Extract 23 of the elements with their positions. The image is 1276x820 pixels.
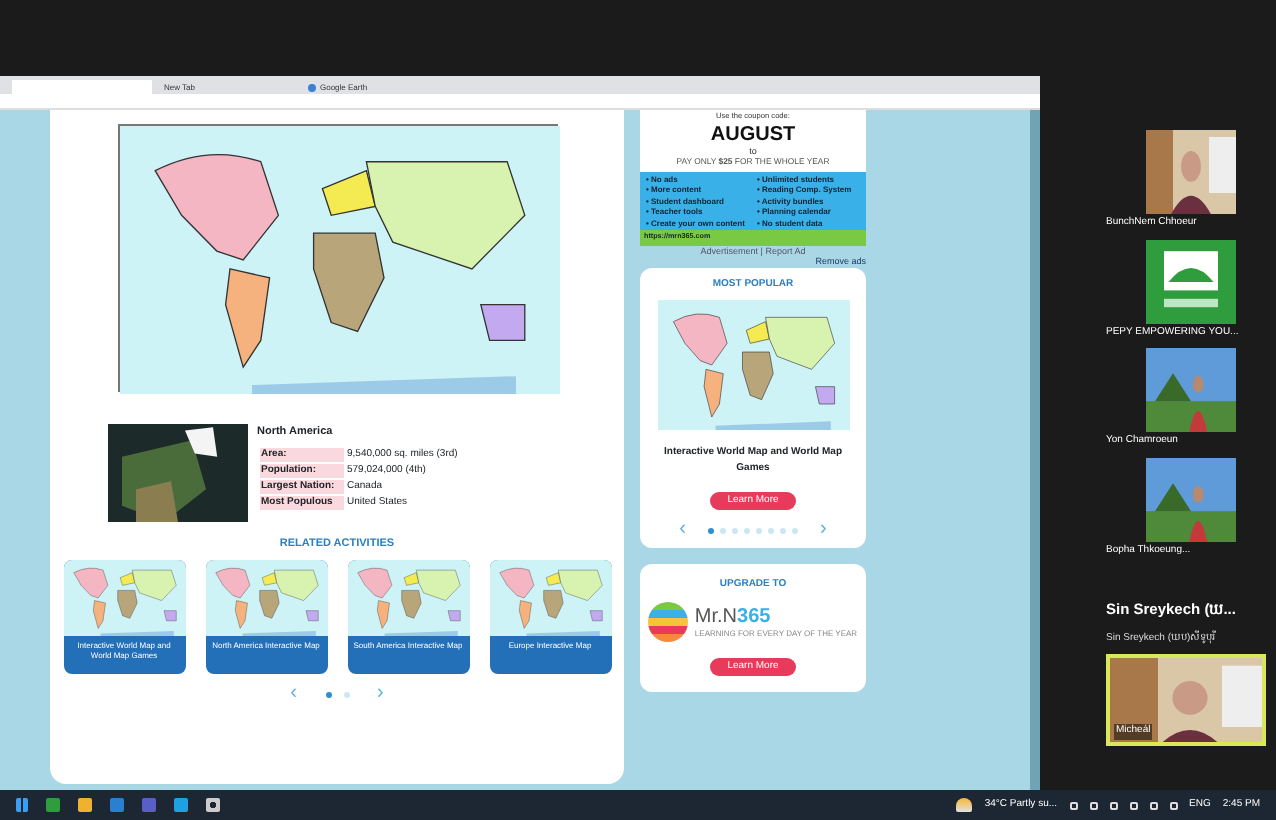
browser-tab[interactable] [12, 80, 152, 94]
brand-name: Mr.N365 [694, 607, 773, 628]
carousel-dot[interactable] [744, 527, 750, 534]
weather-icon[interactable] [956, 798, 973, 812]
carousel-dot[interactable] [768, 527, 774, 534]
address-bar[interactable] [0, 94, 1040, 110]
carousel-dot[interactable] [708, 527, 714, 534]
stripes-logo-icon [648, 602, 689, 643]
carousel-dot[interactable] [780, 527, 786, 534]
carousel-dot[interactable] [325, 691, 331, 698]
carousel-dot[interactable] [756, 527, 762, 534]
carousel-dot[interactable] [343, 691, 349, 698]
app-icon[interactable] [174, 798, 188, 812]
carousel-dot[interactable] [720, 527, 726, 534]
app-icon[interactable] [110, 798, 124, 812]
app-icon[interactable] [142, 798, 156, 812]
windows-start-icon[interactable] [16, 798, 28, 812]
app-icon[interactable] [78, 798, 92, 812]
coupon-code: AUGUST [708, 123, 798, 146]
carousel-dot[interactable] [792, 527, 798, 534]
globe-icon [308, 83, 316, 91]
app-icon[interactable] [46, 798, 60, 812]
carousel-dot[interactable] [732, 527, 738, 534]
